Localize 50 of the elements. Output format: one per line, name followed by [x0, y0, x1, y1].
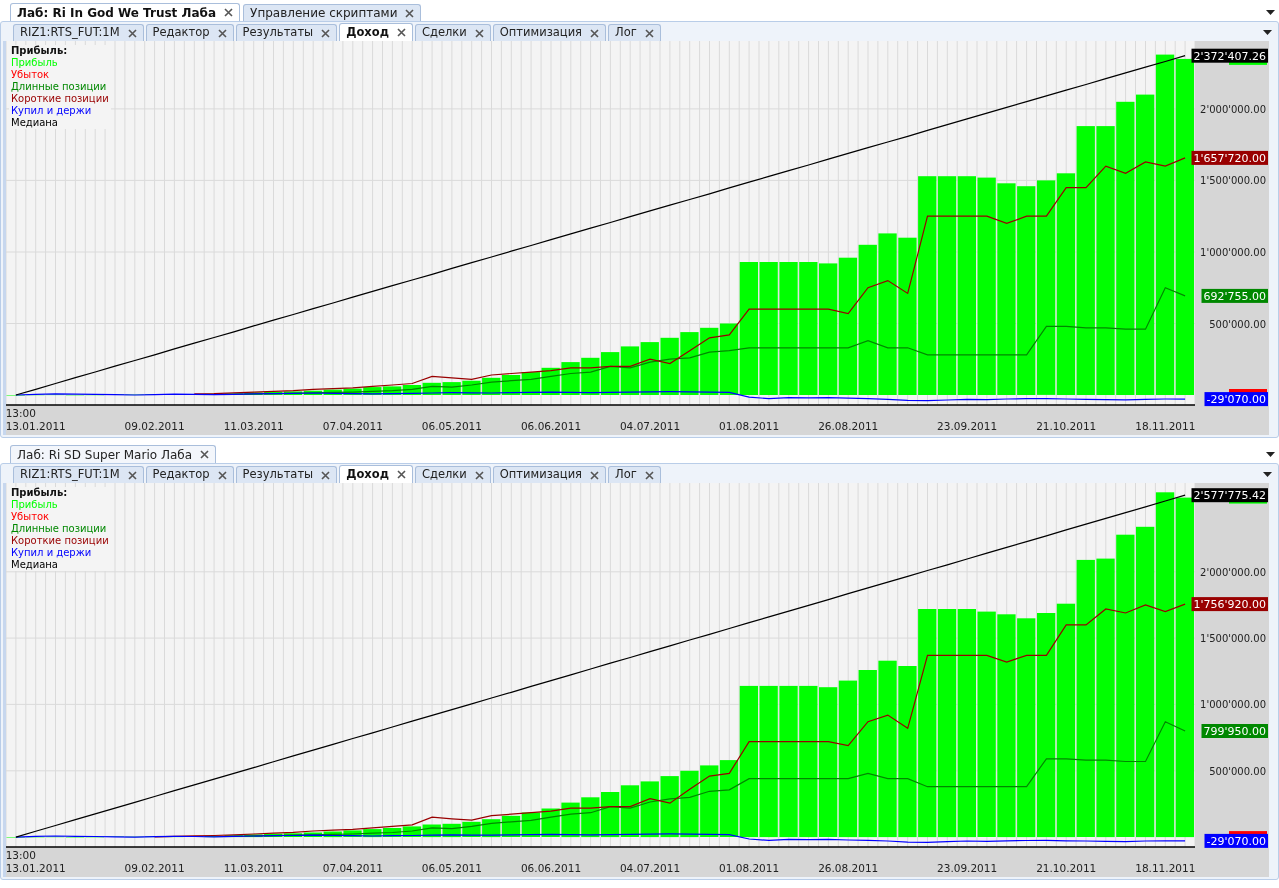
axis-label: 06.06.2011 — [520, 420, 582, 433]
axis-label: 21.10.2011 — [1036, 862, 1097, 875]
axis-label: 09.02.2011 — [124, 862, 185, 875]
legend-item: Убыток — [11, 511, 51, 523]
axis-label: 07.04.2011 — [322, 420, 383, 433]
axis-label: 500'000.00 — [1209, 765, 1266, 777]
axis-label: 21.10.2011 — [1036, 420, 1097, 433]
axis-label: 18.11.2011 — [1135, 862, 1196, 875]
axis-label: 11.03.2011 — [223, 862, 284, 875]
value-tag: 2'577'775.42 — [1191, 488, 1268, 503]
legend-item: Медиана — [11, 559, 59, 571]
axis-label: 11.03.2011 — [223, 420, 284, 433]
axis-label: 23.09.2011 — [937, 420, 998, 433]
axis-label: 01.08.2011 — [719, 420, 780, 433]
value-tag: 799'950.00 — [1201, 724, 1268, 738]
legend-item: Длинные позиции — [11, 523, 108, 535]
axis-label: 06.06.2011 — [520, 862, 582, 875]
axis-label: 04.07.2011 — [619, 420, 681, 433]
legend-item: Длинные позиции — [11, 81, 108, 93]
axis-label: 23.09.2011 — [937, 862, 998, 875]
legend-item: Убыток — [11, 69, 51, 81]
axis-label: 13:00 13.01.2011 — [5, 849, 66, 875]
axis-label: 06.05.2011 — [421, 420, 482, 433]
axis-label: 26.08.2011 — [818, 862, 879, 875]
axis-label: 2'000'000.00 — [1200, 103, 1266, 115]
value-tag: -29'070.00 — [1204, 392, 1268, 407]
axis-label: 1'000'000.00 — [1200, 699, 1266, 711]
axis-label: 13:00 13.01.2011 — [5, 407, 66, 433]
axis-label: 2'000'000.00 — [1200, 566, 1266, 578]
legend-item: Короткие позиции — [11, 535, 109, 547]
axis-label: 04.07.2011 — [619, 862, 681, 875]
axis-label: 07.04.2011 — [322, 862, 383, 875]
axis-label: 01.08.2011 — [719, 862, 780, 875]
legend-item: Прибыль — [11, 499, 59, 511]
axis-label: 1'500'000.00 — [1200, 633, 1266, 645]
axis-label: 09.02.2011 — [124, 420, 185, 433]
axis-label: 18.11.2011 — [1135, 420, 1196, 433]
legend-item: Купил и держи — [11, 105, 93, 117]
axis-label: 1'000'000.00 — [1200, 247, 1266, 258]
legend-item: Прибыль — [11, 57, 59, 69]
legend-item: Короткие позиции — [11, 93, 109, 105]
axis-label: 26.08.2011 — [818, 420, 879, 433]
legend-title: Прибыль: — [11, 487, 69, 499]
legend-item: Купил и держи — [11, 547, 93, 559]
axis-label: 500'000.00 — [1209, 318, 1266, 330]
legend-item: Медиана — [11, 117, 59, 129]
axis-label: 1'500'000.00 — [1200, 175, 1266, 187]
value-tag: 1'756'920.00 — [1191, 597, 1268, 612]
legend-title: Прибыль: — [11, 45, 69, 57]
axis-label: 06.05.2011 — [421, 862, 482, 875]
